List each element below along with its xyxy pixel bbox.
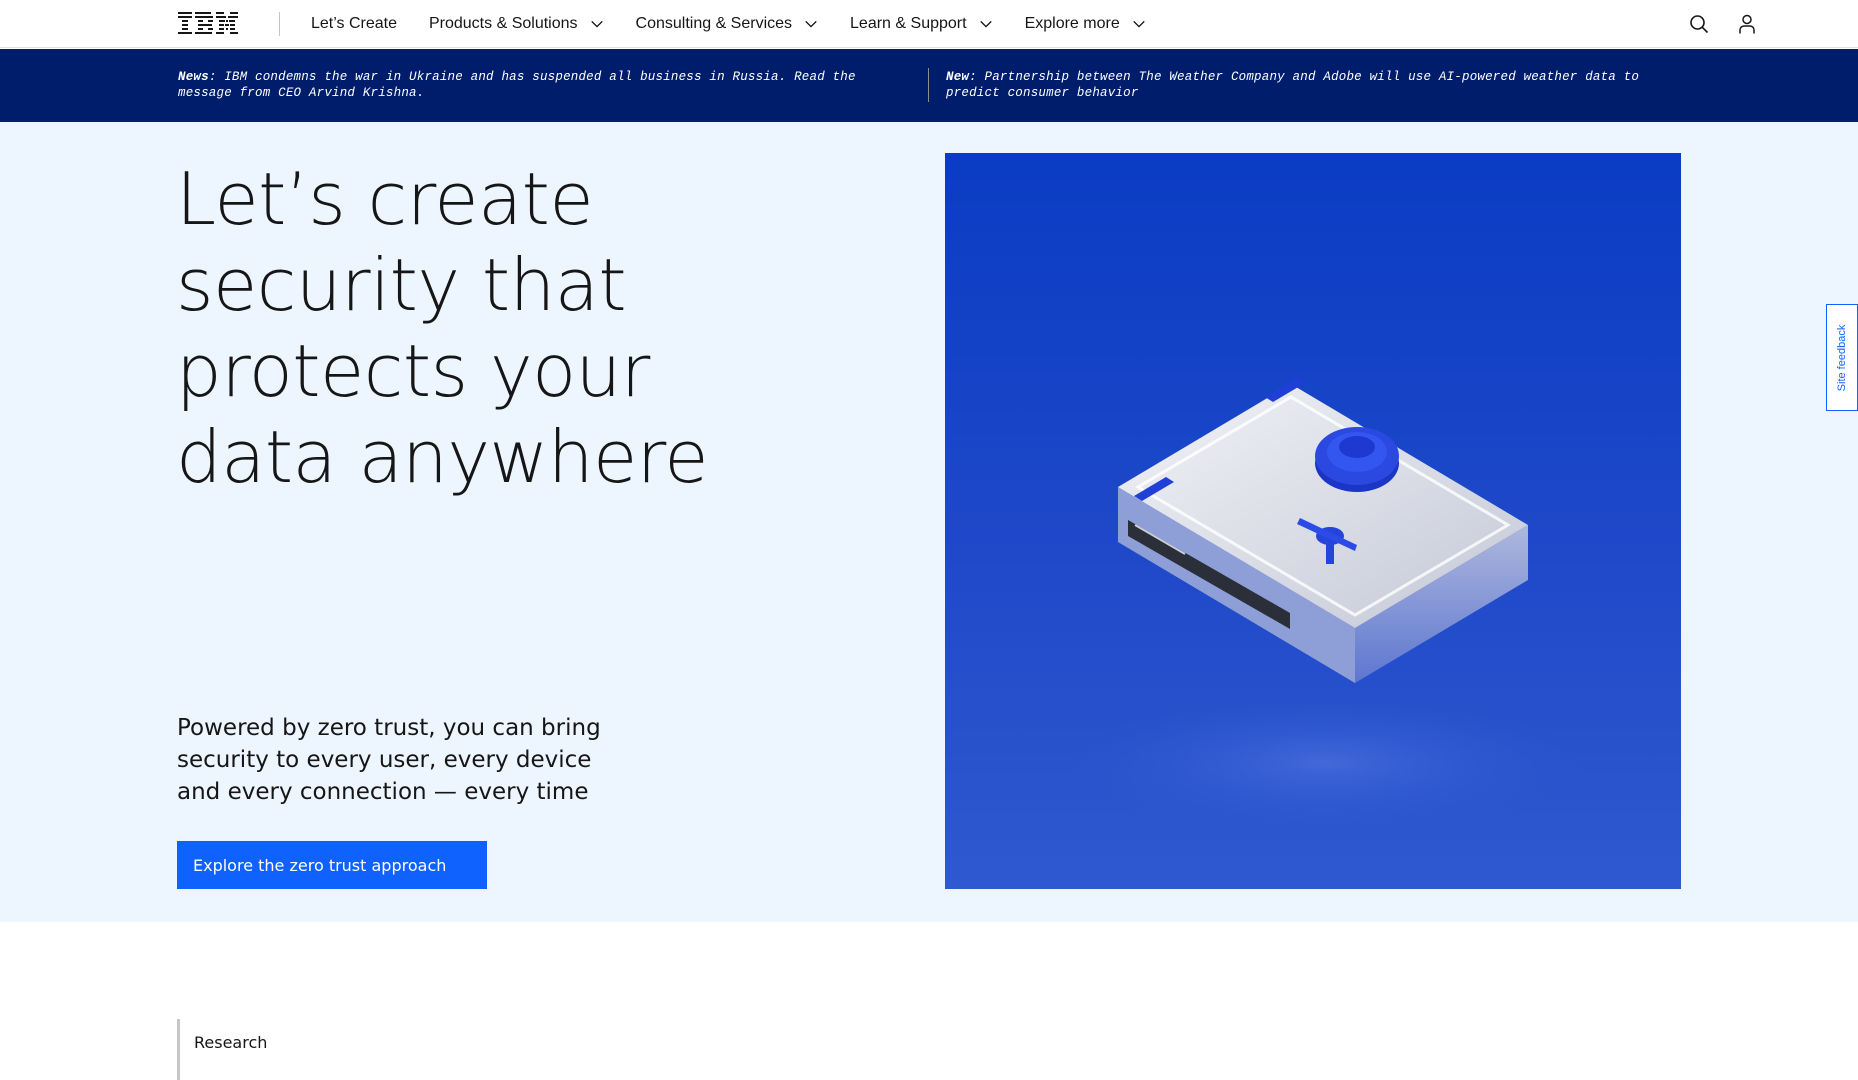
chevron-down-icon (979, 20, 992, 28)
nav-item-label: Products & Solutions (428, 15, 578, 32)
nav-item-label: Consulting & Services (635, 15, 793, 32)
hero-section: Let’s create security that protects your… (0, 122, 1858, 922)
nav-item-label: Let’s Create (311, 15, 397, 32)
nav-item-learn-support[interactable]: Learn & Support (834, 0, 1009, 48)
chevron-down-icon (805, 20, 817, 28)
search-button[interactable] (1688, 13, 1710, 35)
news-prefix: New (946, 70, 970, 84)
nav-item-explore-more[interactable]: Explore more (1009, 0, 1162, 48)
nav-item-lets-create[interactable]: Let’s Create (295, 0, 413, 48)
search-icon (1690, 15, 1709, 34)
site-feedback-label: Site feedback (1836, 324, 1848, 391)
news-divider (928, 68, 929, 102)
site-feedback-tab[interactable]: Site feedback (1826, 304, 1858, 411)
news-bar: News: IBM condemns the war in Ukraine an… (0, 49, 1858, 122)
hero-subtitle: Powered by zero trust, you can bring sec… (177, 715, 601, 805)
masthead-actions (1688, 0, 1758, 48)
chevron-down-icon (1133, 20, 1145, 28)
news-item-weather-adobe[interactable]: New: Partnership between The Weather Com… (946, 69, 1666, 101)
news-prefix: News (178, 70, 209, 84)
user-icon (1739, 14, 1755, 34)
nav-item-consulting-services[interactable]: Consulting & Services (620, 0, 835, 48)
nav-item-label: Explore more (1024, 15, 1120, 32)
chevron-down-icon (590, 20, 603, 28)
masthead: Let’s Create Products & Solutions Consul… (0, 0, 1858, 48)
explore-zero-trust-button[interactable]: Explore the zero trust approach (177, 841, 487, 889)
ibm-logo[interactable] (178, 12, 238, 36)
safe-illustration-icon (945, 153, 1681, 889)
hero-image (945, 153, 1681, 889)
research-section-label: Research (177, 1019, 267, 1080)
ibm-logo-icon (178, 12, 238, 34)
masthead-divider (279, 12, 280, 36)
news-text: : IBM condemns the war in Ukraine and ha… (178, 70, 856, 100)
nav-item-label: Learn & Support (850, 15, 967, 32)
news-text: : Partnership between The Weather Compan… (946, 70, 1640, 100)
profile-button[interactable] (1736, 13, 1758, 35)
nav-item-products-solutions[interactable]: Products & Solutions (413, 0, 620, 48)
news-item-ukraine[interactable]: News: IBM condemns the war in Ukraine an… (178, 69, 878, 101)
main-nav: Let’s Create Products & Solutions Consul… (295, 0, 1162, 48)
hero-title: Let’s create security that protects your… (176, 157, 709, 499)
